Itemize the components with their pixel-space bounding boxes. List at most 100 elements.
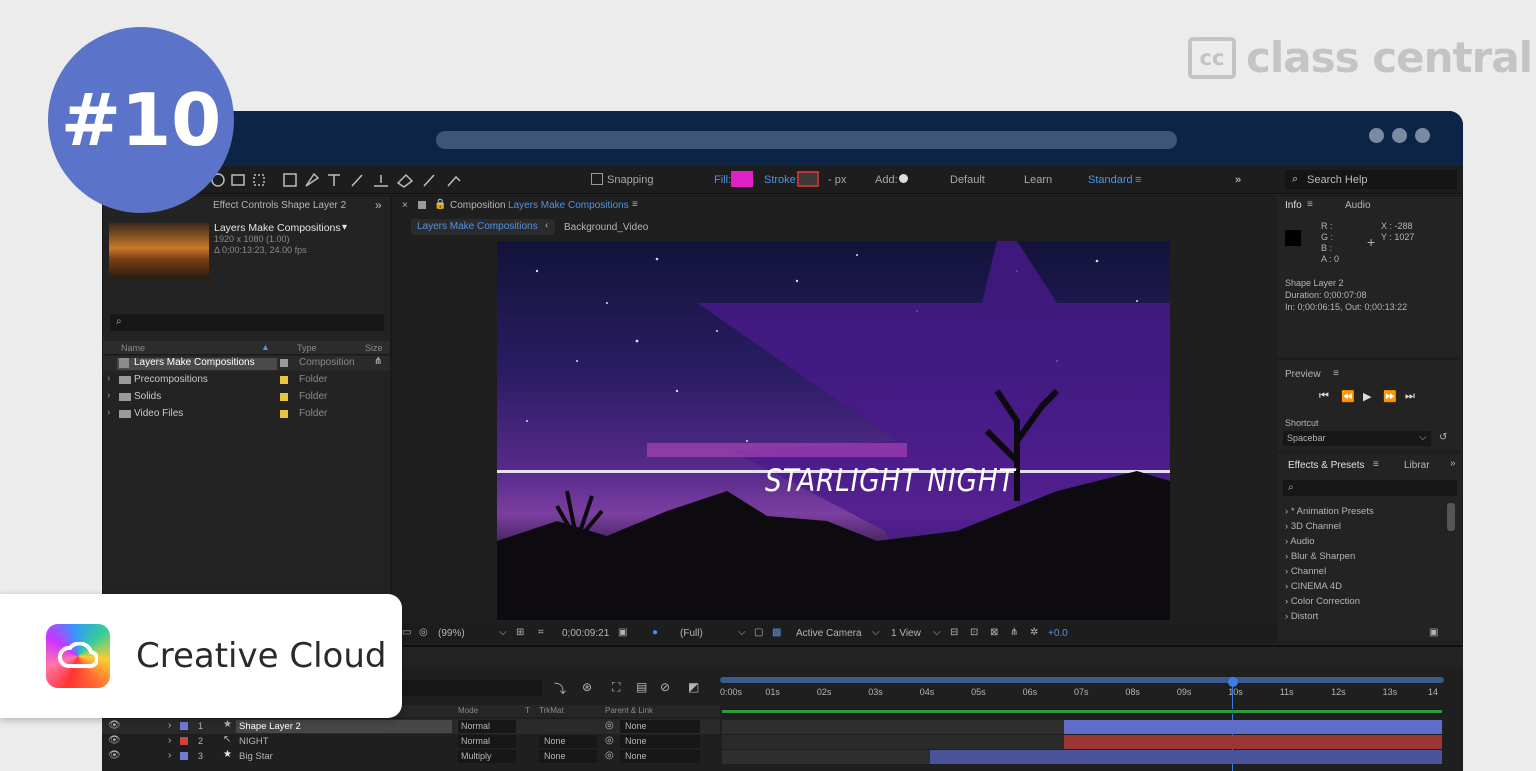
pickwhip-icon[interactable]: ◎ — [605, 735, 614, 746]
mode-select[interactable]: Normal — [461, 736, 490, 746]
pickwhip-icon[interactable]: ◎ — [605, 720, 614, 731]
layer-label-color[interactable] — [180, 752, 188, 760]
tool-icons[interactable] — [210, 171, 470, 189]
region-icon[interactable]: ▢ — [754, 627, 763, 638]
effects-item[interactable]: › Blur & Sharpen — [1285, 551, 1355, 562]
effects-item[interactable]: › * Animation Presets — [1285, 506, 1374, 517]
timecode[interactable]: 0;00:09:21 — [562, 628, 609, 639]
tab-layers-make-compositions[interactable]: Layers Make Compositions ‹ — [411, 219, 555, 235]
tab-background-video[interactable]: Background_Video — [564, 222, 648, 233]
workspace-standard[interactable]: Standard — [1088, 174, 1133, 186]
grid-icon[interactable]: ⊞ — [516, 627, 524, 638]
fast-preview-icon[interactable]: ⊡ — [970, 627, 978, 638]
label-color[interactable] — [280, 359, 288, 367]
toggle-pixel-icon[interactable]: ⊟ — [950, 627, 958, 638]
project-item-comp[interactable]: Layers Make Compositions Composition ⋔ — [103, 356, 390, 371]
url-bar[interactable] — [436, 131, 1177, 149]
new-folder-icon[interactable]: ▣ — [1429, 627, 1438, 638]
fill-swatch[interactable] — [731, 171, 753, 187]
project-item-precomps[interactable]: › Precompositions Folder — [103, 373, 390, 388]
visibility-eye-icon[interactable]: 👁 — [108, 750, 121, 761]
first-frame-icon[interactable]: ⏮ — [1319, 390, 1329, 403]
mode-select[interactable]: Normal — [461, 721, 490, 731]
panel-expand-icon[interactable]: » — [375, 198, 382, 212]
mode-select[interactable]: Multiply — [461, 751, 492, 761]
header-type[interactable]: Type — [297, 343, 317, 353]
timeline-icon[interactable]: ⊠ — [990, 627, 998, 638]
camera-dropdown-icon[interactable]: ⌵ — [872, 627, 880, 638]
lock-icon[interactable]: 🔒 — [434, 199, 446, 210]
workspace-default[interactable]: Default — [950, 174, 985, 186]
label-color[interactable] — [280, 393, 288, 401]
layer-name[interactable]: Big Star — [239, 751, 273, 762]
timeline-search-input[interactable] — [402, 680, 542, 696]
prev-frame-icon[interactable]: ⏪ — [1341, 390, 1355, 403]
camera-snapshot-icon[interactable]: ▣ — [618, 627, 627, 638]
layer-name[interactable]: NIGHT — [239, 736, 269, 747]
effects-search-input[interactable]: ⌕ — [1283, 480, 1457, 496]
play-icon[interactable]: ▶ — [1363, 390, 1371, 403]
effects-scrollbar[interactable] — [1447, 503, 1455, 531]
visibility-eye-icon[interactable]: 👁 — [108, 735, 121, 746]
project-item-solids[interactable]: › Solids Folder — [103, 390, 390, 405]
parent-select[interactable]: None — [625, 721, 647, 731]
resolution-dropdown-icon[interactable]: ⌵ — [738, 627, 746, 638]
effects-expand-icon[interactable]: » — [1450, 458, 1456, 469]
label-color[interactable] — [280, 410, 288, 418]
project-item-video[interactable]: › Video Files Folder — [103, 407, 390, 422]
zoom-dropdown-icon[interactable]: ⌵ — [499, 627, 507, 638]
time-ruler[interactable]: 0:00s 01s 02s 03s 04s 05s 06s 07s 08s 09s 10s 11s 12… — [720, 683, 1463, 705]
snapping-checkbox[interactable] — [591, 173, 603, 185]
flowchart-view-icon[interactable]: ⋔ — [1010, 627, 1018, 638]
shortcut-dropdown-icon[interactable]: ⌵ — [1419, 432, 1427, 443]
resolution-select[interactable]: (Full) — [680, 628, 703, 639]
trkmat-select[interactable]: None — [544, 751, 566, 761]
reset-icon[interactable]: ↺ — [1439, 432, 1447, 443]
close-tab-icon[interactable]: × — [402, 200, 408, 211]
stroke-width[interactable]: - px — [828, 174, 846, 186]
header-name[interactable]: Name — [121, 343, 145, 353]
visibility-eye-icon[interactable]: 👁 — [108, 720, 121, 731]
flowchart-icon[interactable]: ⋔ — [374, 356, 382, 367]
stroke-swatch[interactable] — [797, 171, 819, 187]
add-icon[interactable] — [899, 174, 908, 183]
expand-chevron-icon[interactable]: › — [107, 390, 110, 401]
header-size[interactable]: Size — [365, 343, 383, 353]
layer-expand-icon[interactable]: › — [168, 750, 171, 761]
layer-row[interactable]: 👁 › 3 ★ Big Star Multiply None ◎ None — [102, 749, 720, 764]
parent-select[interactable]: None — [625, 751, 647, 761]
exposure-reset-icon[interactable]: ✲ — [1030, 627, 1038, 638]
layer-bar-big-star[interactable] — [930, 750, 1442, 764]
tab-arrow-icon[interactable]: ‹ — [545, 220, 548, 231]
effects-item[interactable]: › Distort — [1285, 611, 1318, 622]
expand-chevron-icon[interactable]: › — [107, 373, 110, 384]
comp-header-name[interactable]: Layers Make Compositions — [508, 200, 629, 211]
comp-menu-icon[interactable]: ≡ — [632, 199, 638, 210]
crop-icon[interactable]: ⌗ — [538, 627, 544, 638]
camera-select[interactable]: Active Camera — [796, 628, 862, 639]
info-menu-icon[interactable]: ≡ — [1307, 199, 1313, 210]
starlight-night-text[interactable]: STARLIGHT NIGHT — [765, 463, 1015, 499]
expand-icon[interactable]: » — [1235, 174, 1241, 186]
effects-item[interactable]: › Channel — [1285, 566, 1326, 577]
tab-effects-presets[interactable]: Effects & Presets — [1288, 460, 1365, 471]
layer-label-color[interactable] — [180, 722, 188, 730]
pickwhip-icon[interactable]: ◎ — [605, 750, 614, 761]
zoom-select[interactable]: (99%) — [438, 628, 465, 639]
draft3d-icon[interactable]: ⊛ — [582, 680, 592, 694]
view-dropdown-icon[interactable]: ⌵ — [933, 627, 941, 638]
label-color[interactable] — [280, 376, 288, 384]
window-dot-2[interactable] — [1392, 128, 1407, 143]
graph-editor-icon[interactable]: ⊘ — [660, 680, 670, 694]
comp-dropdown-icon[interactable]: ▾ — [342, 222, 347, 233]
layer-bar-night[interactable] — [1064, 735, 1442, 749]
expand-chevron-icon[interactable]: › — [107, 407, 110, 418]
shortcut-select[interactable]: Spacebar ⌵ — [1283, 431, 1431, 446]
preview-menu-icon[interactable]: ≡ — [1333, 368, 1339, 379]
tab-audio[interactable]: Audio — [1345, 200, 1371, 211]
exposure-value[interactable]: +0.0 — [1048, 628, 1068, 639]
window-dot-3[interactable] — [1415, 128, 1430, 143]
sort-icon[interactable]: ▲ — [261, 342, 270, 352]
playhead-handle[interactable] — [1228, 677, 1238, 687]
search-help-box[interactable]: ⌕ Search Help — [1285, 170, 1457, 189]
